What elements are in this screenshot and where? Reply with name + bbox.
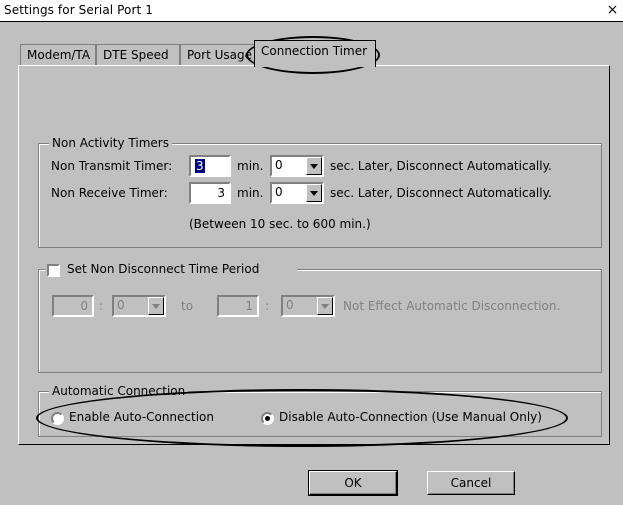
non-disconnect-note: Not Effect Automatic Disconnection. [343,299,561,313]
enable-auto-label[interactable]: Enable Auto-Connection [69,410,214,424]
colon-separator: : [265,299,270,313]
non-transmit-min-unit: min. [237,159,264,173]
non-receive-label: Non Receive Timer: [51,186,168,200]
close-icon[interactable]: × [604,2,621,19]
auto-connection-group: Automatic Connection Enable Auto-Connect… [38,384,602,437]
non-disconnect-group: Set Non Disconnect Time Period 0 : 0 to … [38,262,602,373]
to-min-select[interactable]: 0 [281,295,335,317]
tab-port-usage[interactable]: Port Usage [180,44,258,66]
non-transmit-min-value: 3 [195,159,205,173]
non-transmit-suffix: sec. Later, Disconnect Automatically. [330,159,552,173]
non-receive-sec-select[interactable]: 0 [270,182,324,204]
range-note: (Between 10 sec. to 600 min.) [189,217,371,231]
tab-strip: Modem/TA DTE Speed Port Usage Connection… [0,40,623,67]
disable-auto-label[interactable]: Disable Auto-Connection (Use Manual Only… [279,410,542,424]
auto-connection-title: Automatic Connection [49,384,189,398]
to-hour-input[interactable]: 1 [217,295,259,317]
tab-dte-speed[interactable]: DTE Speed [96,44,180,66]
to-label: to [181,299,194,313]
non-receive-min-input[interactable]: 3 [189,182,231,204]
enable-auto-radio[interactable] [51,412,64,425]
from-min-select[interactable]: 0 [112,295,166,317]
title-bar: Settings for Serial Port 1 × [0,0,623,22]
non-receive-sec-value: 0 [275,185,283,199]
non-disconnect-checkbox[interactable] [47,264,60,277]
non-activity-group: Non Activity Timers Non Transmit Timer: … [38,136,602,248]
ok-button[interactable]: OK [308,470,398,496]
from-min-value: 0 [117,298,125,312]
non-transmit-sec-value: 0 [275,158,283,172]
chevron-down-icon[interactable] [306,184,322,202]
non-transmit-min-input[interactable]: 3 [189,155,231,177]
disable-auto-radio[interactable] [261,412,274,425]
non-receive-min-unit: min. [237,186,264,200]
tab-panel: Non Activity Timers Non Transmit Timer: … [18,65,610,445]
cancel-button[interactable]: Cancel [427,471,515,495]
non-receive-suffix: sec. Later, Disconnect Automatically. [330,186,552,200]
non-disconnect-title: Set Non Disconnect Time Period [45,262,297,278]
tab-modem-ta[interactable]: Modem/TA [20,44,96,66]
non-disconnect-label[interactable]: Set Non Disconnect Time Period [67,262,259,276]
colon-separator: : [99,299,104,313]
chevron-down-icon[interactable] [148,297,164,315]
tab-connection-timer[interactable]: Connection Timer [254,40,376,67]
non-activity-title: Non Activity Timers [49,136,172,150]
settings-dialog: Settings for Serial Port 1 × Modem/TA DT… [0,0,623,505]
non-transmit-sec-select[interactable]: 0 [270,155,324,177]
chevron-down-icon[interactable] [306,157,322,175]
from-hour-input[interactable]: 0 [52,295,94,317]
window-title: Settings for Serial Port 1 [4,3,153,17]
non-transmit-label: Non Transmit Timer: [51,159,173,173]
to-min-value: 0 [286,298,294,312]
chevron-down-icon[interactable] [317,297,333,315]
